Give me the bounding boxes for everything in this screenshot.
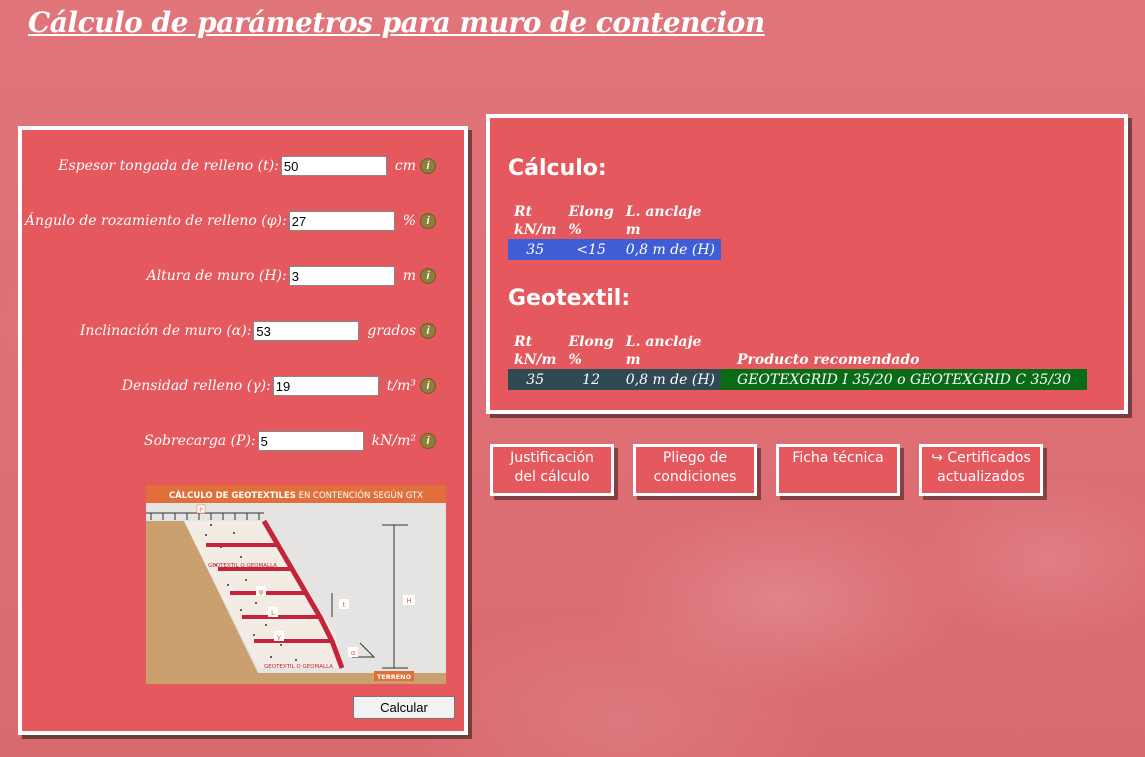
label-t: t <box>343 601 346 609</box>
results-panel: Cálculo: Rt kN/m Elong% L. anclaje m 35 <1… <box>486 114 1128 414</box>
ficha-tecnica-button[interactable]: Ficha técnica <box>776 444 900 496</box>
calcular-button[interactable]: Calcular <box>353 696 455 719</box>
geotextil-result-row: 35 12 0,8 m de (H) GEOTEXGRID I 35/20 o … <box>508 369 1087 390</box>
calculo-result-row: 35 <15 0,8 m de (H) <box>508 239 722 260</box>
info-icon[interactable]: i <box>420 433 436 449</box>
altura-input[interactable] <box>288 266 395 286</box>
col-rt: Rt kN/m <box>514 204 557 238</box>
col-elong: Elong% <box>568 334 614 368</box>
col-anclaje: L. anclaje m <box>625 204 702 238</box>
info-icon[interactable]: i <box>420 323 436 339</box>
field-angulo-label: Ángulo de rozamiento de relleno (φ): <box>24 213 287 229</box>
densidad-unit: t/m³ <box>386 378 416 394</box>
field-densidad-label: Densidad relleno (γ): <box>121 378 271 394</box>
info-icon[interactable]: i <box>420 378 436 394</box>
field-inclinacion-row: Inclinación de muro (α): grados i <box>80 321 436 341</box>
geotextil-title: Geotextil: <box>508 286 631 311</box>
field-sobrecarga-label: Sobrecarga (P): <box>143 433 256 449</box>
field-espesor-label: Espesor tongada de relleno (t): <box>58 158 279 174</box>
sobrecarga-unit: kN/m² <box>371 433 416 449</box>
info-icon[interactable]: i <box>420 158 436 174</box>
angulo-unit: % <box>402 213 416 229</box>
geo-anclaje-value: 0,8 m de (H) <box>619 369 722 390</box>
diagram-svg: CÁLCULO DE GEOTEXTILES EN CONTENCIÓN SEG… <box>146 485 446 684</box>
label-geotextil-bottom: GEOTEXTIL O GEOMALLA <box>264 664 333 670</box>
col-elong: Elong% <box>568 204 614 238</box>
diagram-title: CÁLCULO DE GEOTEXTILES EN CONTENCIÓN SEG… <box>169 489 423 501</box>
pliego-line2: condiciones <box>653 469 737 485</box>
info-icon[interactable]: i <box>420 268 436 284</box>
label-gamma: γ <box>277 633 281 641</box>
label-geotextil-top: GEOTEXTIL O GEOMALLA <box>208 563 277 569</box>
certificados-line2: actualizados <box>937 469 1025 485</box>
calc-rt-value: 35 <box>508 239 563 260</box>
inclinacion-unit: grados <box>367 323 416 339</box>
label-alpha: α <box>351 649 356 657</box>
angulo-input[interactable] <box>288 211 395 231</box>
field-sobrecarga-row: Sobrecarga (P): kN/m² i <box>144 431 436 451</box>
justificacion-button[interactable]: Justificación del cálculo <box>490 444 614 496</box>
field-angulo-row: Ángulo de rozamiento de relleno (φ): % i <box>25 211 436 231</box>
pliego-button[interactable]: Pliego de condiciones <box>633 444 757 496</box>
calculo-header-row: Rt kN/m Elong% L. anclaje m <box>508 203 721 239</box>
calc-anclaje-value: 0,8 m de (H) <box>619 239 722 260</box>
info-icon[interactable]: i <box>420 213 436 229</box>
geo-elong-value: 12 <box>562 369 620 390</box>
certificados-button[interactable]: ↪ Certificados actualizados <box>919 444 1043 496</box>
calc-elong-value: <15 <box>562 239 620 260</box>
sobrecarga-input[interactable] <box>257 431 364 451</box>
label-h: H <box>406 597 411 605</box>
inclinacion-input[interactable] <box>253 321 360 341</box>
field-espesor-row: Espesor tongada de relleno (t): cm i <box>58 156 436 176</box>
label-phi: φ <box>259 588 264 596</box>
justificacion-line2: del cálculo <box>514 469 590 485</box>
recommended-product: GEOTEXGRID I 35/20 o GEOTEXGRID C 35/30 <box>721 369 1087 390</box>
label-terreno: TERRENO <box>377 673 412 681</box>
espesor-unit: cm <box>394 158 416 174</box>
surcharge-arrows <box>150 513 260 520</box>
espesor-input[interactable] <box>280 156 387 176</box>
densidad-input[interactable] <box>272 376 379 396</box>
altura-unit: m <box>402 268 416 284</box>
geotextil-header-row: Rt kN/m Elong% L. anclaje m Producto recom… <box>508 333 1087 369</box>
geotextil-table: Rt kN/m Elong% L. anclaje m Producto recom… <box>508 333 1087 390</box>
ficha-line1: Ficha técnica <box>792 450 884 466</box>
certificados-line1: ↪ Certificados <box>931 450 1031 466</box>
justificacion-line1: Justificación <box>510 450 594 466</box>
label-p: P <box>199 507 203 514</box>
field-inclinacion-label: Inclinación de muro (α): <box>79 323 252 339</box>
col-anclaje: L. anclaje m <box>625 334 702 368</box>
pliego-line1: Pliego de <box>662 450 728 466</box>
field-altura-label: Altura de muro (H): <box>146 268 287 284</box>
label-l: L <box>271 609 275 617</box>
calculo-title: Cálculo: <box>508 156 607 181</box>
page-title: Cálculo de parámetros para muro de conte… <box>28 6 765 39</box>
col-rt: Rt kN/m <box>514 334 557 368</box>
parameters-form-panel: Espesor tongada de relleno (t): cm i Áng… <box>18 126 468 735</box>
calculo-table: Rt kN/m Elong% L. anclaje m 35 <15 0,8 m d… <box>508 203 722 260</box>
field-altura-row: Altura de muro (H): m i <box>147 266 436 286</box>
geo-rt-value: 35 <box>508 369 563 390</box>
field-densidad-row: Densidad relleno (γ): t/m³ i <box>122 376 436 396</box>
retaining-wall-diagram: CÁLCULO DE GEOTEXTILES EN CONTENCIÓN SEG… <box>146 485 446 684</box>
col-producto: Producto recomendado <box>737 352 920 368</box>
